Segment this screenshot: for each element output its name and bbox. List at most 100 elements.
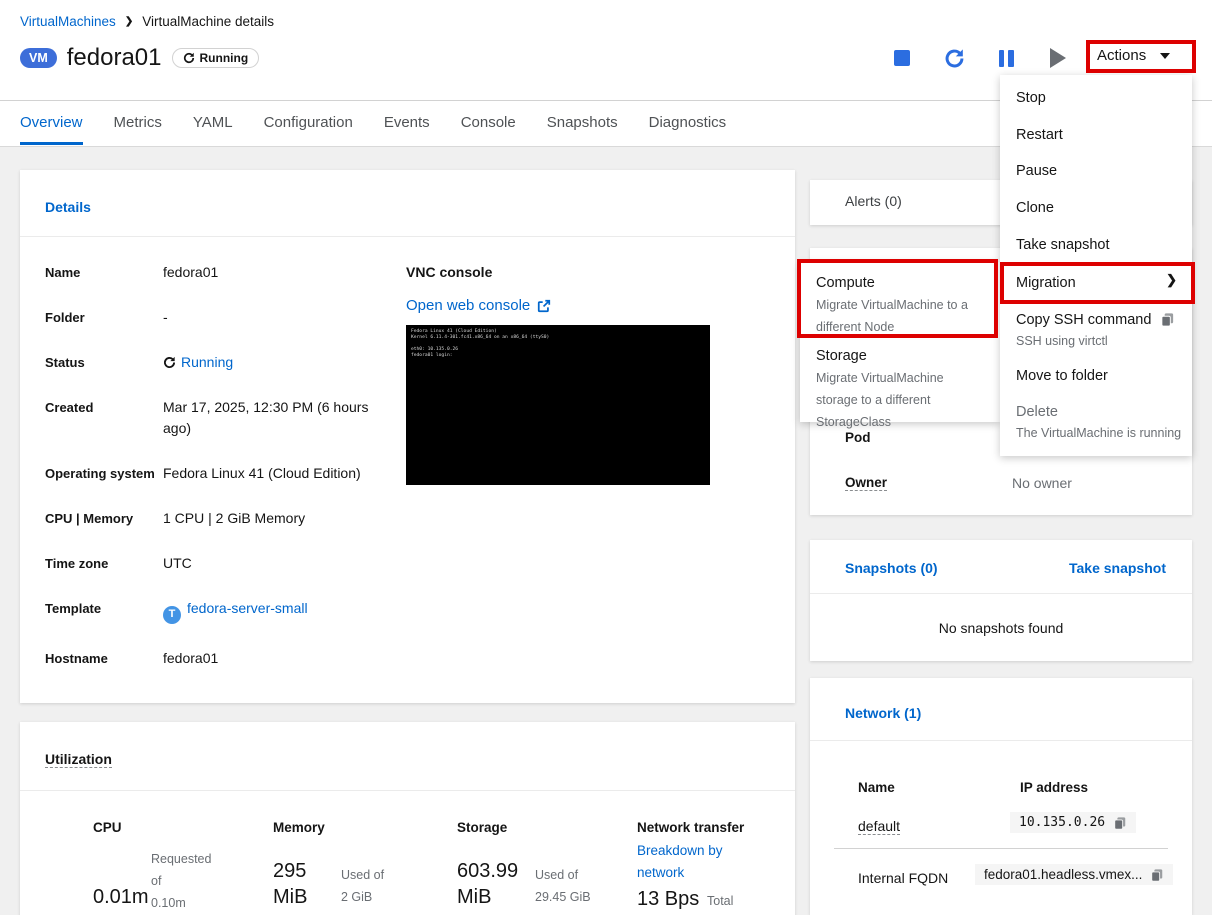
detail-label: Operating system xyxy=(45,466,155,481)
pause-icon xyxy=(998,49,1014,67)
details-card: Details Name fedora01 Folder - Status Ru… xyxy=(20,170,795,703)
detail-value: fedora01 xyxy=(163,264,219,280)
metric-caption: Total xyxy=(707,894,734,908)
detail-row-name: Name fedora01 xyxy=(45,262,395,283)
chevron-down-icon xyxy=(1160,52,1171,59)
tab-configuration[interactable]: Configuration xyxy=(264,101,353,142)
snapshots-section-link[interactable]: Snapshots (0) xyxy=(845,560,938,576)
menu-item-move-to-folder[interactable]: Move to folder xyxy=(1016,366,1108,386)
detail-label: Time zone xyxy=(45,556,109,571)
pause-button[interactable] xyxy=(980,47,1032,69)
tab-metrics[interactable]: Metrics xyxy=(114,101,162,142)
details-section-link[interactable]: Details xyxy=(45,199,91,215)
compute-description: Migrate VirtualMachine to a different No… xyxy=(816,298,968,334)
metric-title: CPU xyxy=(93,820,122,835)
copy-icon[interactable] xyxy=(1150,868,1164,882)
breadcrumb: VirtualMachines ❯ VirtualMachine details xyxy=(20,14,274,29)
detail-value: UTC xyxy=(163,555,192,571)
submenu-item-compute[interactable]: Compute xyxy=(816,273,875,293)
breadcrumb-virtualmachines-link[interactable]: VirtualMachines xyxy=(20,14,116,29)
metric-title: Storage xyxy=(457,820,508,835)
network-row-name[interactable]: default xyxy=(858,818,901,835)
tab-yaml[interactable]: YAML xyxy=(193,101,233,142)
storage-description: Migrate VirtualMachine storage to a diff… xyxy=(816,371,944,429)
owner-label[interactable]: Owner xyxy=(845,475,888,491)
actions-button-label: Actions xyxy=(1097,47,1147,64)
detail-row-cpu-memory: CPU | Memory 1 CPU | 2 GiB Memory xyxy=(45,508,395,529)
copy-icon[interactable] xyxy=(1113,816,1127,830)
tab-console[interactable]: Console xyxy=(461,101,516,142)
vnc-console-screen[interactable]: Fedora Linux 41 (Cloud Edition) Kernel 6… xyxy=(406,325,710,485)
menu-item-restart[interactable]: Restart xyxy=(1016,125,1063,145)
utilization-section-title[interactable]: Utilization xyxy=(45,751,112,768)
ip-address-chip: 10.135.0.26 xyxy=(1010,812,1137,833)
sync-icon xyxy=(183,52,194,64)
menu-item-take-snapshot[interactable]: Take snapshot xyxy=(1016,235,1110,255)
tab-events[interactable]: Events xyxy=(384,101,430,142)
play-icon xyxy=(1050,48,1066,68)
utilization-header-divider xyxy=(20,790,795,791)
take-snapshot-link[interactable]: Take snapshot xyxy=(1069,560,1166,576)
network-section-link[interactable]: Network (1) xyxy=(845,705,921,721)
menu-item-stop[interactable]: Stop xyxy=(1016,88,1046,108)
detail-value: Fedora Linux 41 (Cloud Edition) xyxy=(163,465,361,481)
vnc-console-text: Fedora Linux 41 (Cloud Edition) Kernel 6… xyxy=(411,329,550,358)
actions-dropdown-button[interactable]: Actions xyxy=(1097,47,1171,64)
detail-row-folder: Folder - xyxy=(45,307,395,328)
metric-cpu: CPU Requested of 0.10m 0.01m xyxy=(93,818,269,915)
metric-value: 603.99 MiB xyxy=(457,860,519,908)
detail-row-os: Operating system Fedora Linux 41 (Cloud … xyxy=(45,463,395,484)
detail-row-timezone: Time zone UTC xyxy=(45,553,395,574)
detail-row-template: Template Tfedora-server-small xyxy=(45,598,395,624)
ip-address-value: 10.135.0.26 xyxy=(1019,815,1106,830)
detail-value: 1 CPU | 2 GiB Memory xyxy=(163,510,306,526)
menu-item-migration[interactable]: Migration xyxy=(1016,273,1076,293)
delete-description: The VirtualMachine is running xyxy=(1016,426,1182,440)
breadcrumb-current: VirtualMachine details xyxy=(142,14,275,29)
detail-value: Mar 17, 2025, 12:30 PM (6 hours ago) xyxy=(163,399,369,436)
restart-button[interactable] xyxy=(928,47,980,69)
detail-label: Folder xyxy=(45,310,85,325)
submenu-chevron-right-icon[interactable]: ❯ xyxy=(1166,272,1177,288)
metric-value: 295 MiB xyxy=(273,860,308,908)
tab-bar: Overview Metrics YAML Configuration Even… xyxy=(20,101,726,146)
network-card: Network (1) Name IP address default 10.1… xyxy=(810,678,1192,915)
network-col-name: Name xyxy=(858,780,895,795)
copy-ssh-label: Copy SSH command xyxy=(1016,312,1152,328)
detail-row-status: Status Running xyxy=(45,352,395,373)
status-badge-label: Running xyxy=(199,51,249,65)
tab-overview[interactable]: Overview xyxy=(20,101,83,145)
vnc-console-title: VNC console xyxy=(406,264,493,280)
metric-memory: Memory 295 MiB Used of 2 GiB xyxy=(273,818,449,915)
utilization-card: Utilization CPU Requested of 0.10m 0.01m… xyxy=(20,722,795,915)
vm-kind-badge: VM xyxy=(20,48,57,68)
stop-button[interactable] xyxy=(876,47,928,69)
detail-label: Status xyxy=(45,355,85,370)
menu-item-delete[interactable]: Delete xyxy=(1016,402,1058,422)
detail-row-hostname: Hostname fedora01 xyxy=(45,648,395,669)
template-link[interactable]: fedora-server-small xyxy=(187,600,308,616)
open-web-console-link[interactable]: Open web console xyxy=(406,297,770,314)
title-bar: VM fedora01 Running xyxy=(20,44,260,72)
metric-title: Memory xyxy=(273,820,325,835)
metric-caption: Requested of 0.10m xyxy=(151,852,212,910)
metric-caption: Used of 29.45 GiB xyxy=(535,868,591,904)
play-button[interactable] xyxy=(1032,47,1084,69)
status-running-link[interactable]: Running xyxy=(181,354,233,370)
page-title: fedora01 xyxy=(66,44,162,71)
submenu-item-storage[interactable]: Storage xyxy=(816,346,867,366)
detail-label: Created xyxy=(45,400,94,415)
tab-snapshots[interactable]: Snapshots xyxy=(547,101,618,142)
detail-label: Name xyxy=(45,265,81,280)
metric-caption: Used of 2 GiB xyxy=(341,868,385,904)
menu-item-copy-ssh-command[interactable]: Copy SSH command xyxy=(1016,310,1175,330)
detail-value: - xyxy=(163,309,168,325)
detail-label: Template xyxy=(45,601,102,616)
network-header-divider xyxy=(810,740,1192,741)
menu-item-clone[interactable]: Clone xyxy=(1016,198,1054,218)
tab-diagnostics[interactable]: Diagnostics xyxy=(649,101,727,142)
breakdown-by-network-link[interactable]: Breakdown by network xyxy=(637,840,723,884)
copy-ssh-description: SSH using virtctl xyxy=(1016,334,1108,348)
metric-network-transfer: Network transfer Breakdown by network 13… xyxy=(637,818,813,915)
menu-item-pause[interactable]: Pause xyxy=(1016,161,1057,181)
